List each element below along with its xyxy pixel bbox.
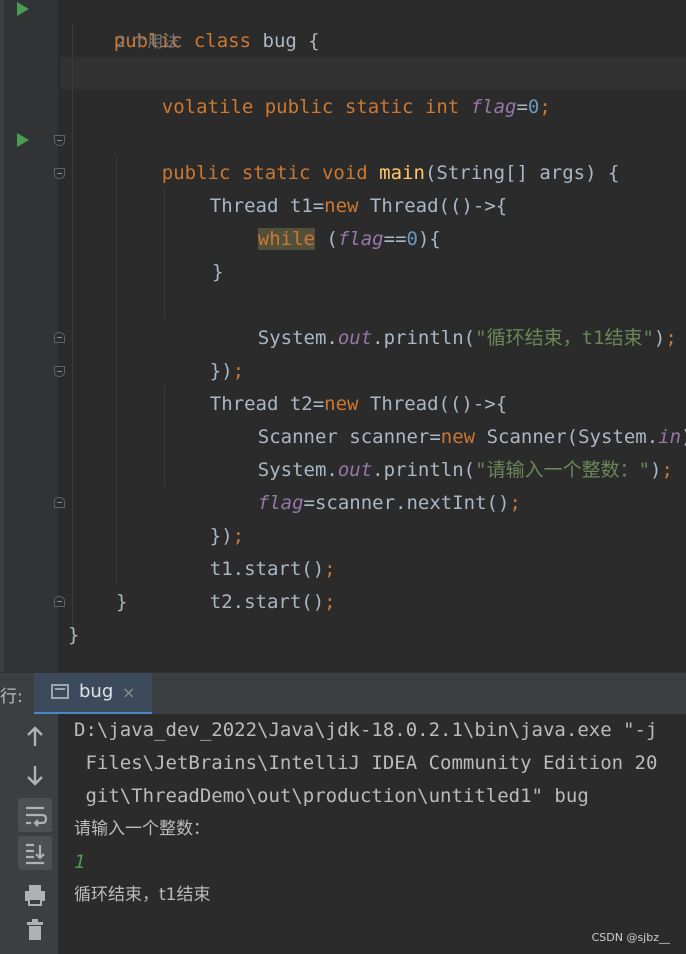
- fold-main-end-icon[interactable]: [54, 596, 65, 607]
- console-line-output: 循环结束，t1结束: [74, 885, 211, 905]
- gutter-strip: [0, 0, 4, 672]
- watermark: CSDN @sjbz__: [591, 931, 670, 944]
- fold-t2-end-icon[interactable]: [54, 497, 65, 508]
- fold-t1-icon[interactable]: [54, 168, 65, 179]
- print-icon[interactable]: [18, 878, 52, 912]
- usage-hint[interactable]: 2 个用法: [116, 25, 179, 58]
- indent-guide: [72, 24, 73, 644]
- console-line-command: git\ThreadDemo\out\production\untitled1"…: [74, 785, 589, 807]
- code-line-t2[interactable]: Thread t2=new Thread(()->{: [164, 355, 507, 415]
- console-toolbar: [0, 714, 58, 954]
- scroll-to-end-icon[interactable]: [18, 836, 52, 870]
- code-line-print2[interactable]: System.out.println("请输入一个整数：");: [212, 421, 673, 481]
- code-line-scanner[interactable]: Scanner scanner=new Scanner(System.in);: [212, 388, 686, 448]
- console-icon: [51, 684, 69, 699]
- trash-icon[interactable]: [18, 912, 52, 946]
- code-line-assign[interactable]: flag=scanner.nextInt();: [212, 454, 521, 514]
- code-line-start1[interactable]: t1.start();: [164, 520, 336, 580]
- run-class-icon[interactable]: [17, 2, 29, 16]
- fold-main-icon[interactable]: [54, 135, 65, 146]
- tab-label: bug: [79, 681, 114, 702]
- console-line-user-input: 1: [74, 851, 86, 873]
- code-editor[interactable]: public class bug { 2 个用法 volatile public…: [0, 0, 686, 672]
- close-icon[interactable]: ×: [122, 683, 135, 702]
- code-line-field[interactable]: volatile public static int flag=0;: [116, 58, 551, 118]
- code-line-class[interactable]: public class bug {: [68, 0, 320, 52]
- code-line-t2-end[interactable]: });: [164, 487, 244, 547]
- console-panel[interactable]: D:\java_dev_2022\Java\jdk-18.0.2.1\bin\j…: [0, 714, 686, 954]
- editor-gutter: [0, 0, 58, 672]
- run-main-icon[interactable]: [17, 133, 29, 147]
- arrow-up-icon[interactable]: [18, 720, 52, 754]
- code-line-main-end[interactable]: }: [116, 586, 127, 619]
- fold-t2-icon[interactable]: [54, 366, 65, 377]
- code-line-main[interactable]: public static void main(String[] args) {: [116, 124, 620, 184]
- code-line-print1[interactable]: System.out.println("循环结束，t1结束");: [212, 289, 677, 349]
- code-line-start2[interactable]: t2.start();: [164, 553, 336, 613]
- code-line-class-end[interactable]: }: [68, 619, 79, 652]
- fold-t1-end-icon[interactable]: [54, 332, 65, 343]
- console-line-command: Files\JetBrains\IntelliJ IDEA Community …: [74, 752, 658, 774]
- soft-wrap-icon[interactable]: [18, 798, 52, 832]
- console-line-prompt: 请输入一个整数：: [74, 819, 210, 839]
- run-label: 行:: [0, 687, 23, 707]
- tab-bug[interactable]: bug ×: [34, 673, 152, 715]
- code-line-t1[interactable]: Thread t1=new Thread(()->{: [164, 157, 507, 217]
- code-line-while[interactable]: while (flag==0){: [212, 190, 441, 250]
- code-line-t1-end[interactable]: });: [164, 322, 244, 382]
- console-line-command: D:\java_dev_2022\Java\jdk-18.0.2.1\bin\j…: [74, 719, 658, 741]
- code-line-while-end[interactable]: }: [212, 256, 223, 289]
- arrow-down-icon[interactable]: [18, 758, 52, 792]
- run-tool-window-header: 行: bug ×: [0, 672, 686, 715]
